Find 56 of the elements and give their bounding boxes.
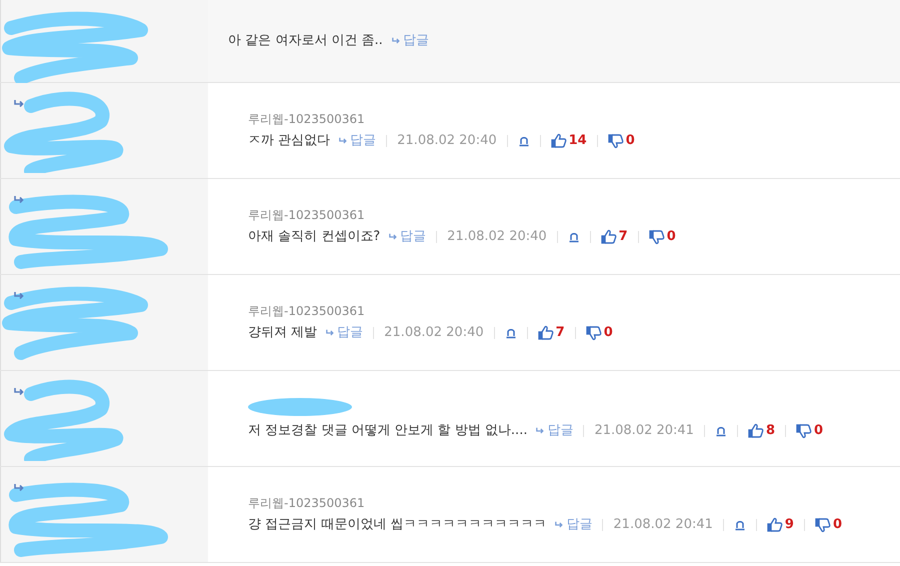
like-button[interactable]: 9 — [766, 514, 794, 534]
dislike-button[interactable]: 0 — [608, 130, 635, 150]
comment-text: 걍 접근금지 때문이었네 씹ㅋㅋㅋㅋㅋㅋㅋㅋㅋㅋㅋ — [248, 516, 546, 534]
comment-time: 21.08.02 20:40 — [397, 132, 497, 150]
bell-icon[interactable] — [568, 230, 580, 242]
reply-arrow-icon — [535, 426, 546, 434]
reply-link[interactable]: 답글 — [338, 130, 376, 150]
thumbs-up-icon — [538, 324, 554, 340]
dislike-button[interactable]: 0 — [814, 514, 842, 534]
author-name[interactable]: 루리웹-1023500361 — [248, 206, 900, 222]
reply-arrow-icon — [13, 99, 25, 109]
comment-time: 21.08.02 20:40 — [447, 228, 547, 246]
bell-icon[interactable] — [734, 518, 746, 530]
like-button[interactable]: 7 — [600, 226, 628, 246]
thumbs-down-icon — [648, 228, 665, 244]
thumbs-down-icon — [814, 516, 831, 532]
bell-icon[interactable] — [714, 424, 727, 436]
comment-text: 아 같은 여자로서 이건 좀.. — [228, 32, 383, 50]
thumbs-up-icon — [766, 516, 783, 532]
comment-text: 저 정보경찰 댓글 어떻게 안보게 할 방법 없나.... — [248, 422, 528, 440]
thumbs-down-icon — [796, 422, 812, 438]
dislike-button[interactable]: 0 — [796, 420, 824, 440]
comment-time: 21.08.02 20:41 — [613, 516, 713, 534]
thumbs-down-icon — [608, 132, 624, 148]
like-button[interactable]: 14 — [550, 130, 587, 150]
comment-text: 아재 솔직히 컨셉이죠? — [248, 228, 380, 246]
bell-icon[interactable] — [518, 134, 530, 146]
dislike-button[interactable]: 0 — [586, 322, 613, 342]
reply-arrow-icon — [325, 328, 336, 336]
reply-arrow-icon — [13, 387, 25, 397]
reply-arrow-icon — [13, 291, 25, 301]
comment-time: 21.08.02 20:40 — [384, 324, 484, 342]
reply-link[interactable]: 답글 — [325, 322, 364, 342]
reply-arrow-icon — [390, 37, 401, 45]
reply-arrow-icon — [13, 483, 25, 493]
comment-time: 21.08.02 20:41 — [594, 422, 694, 440]
thumbs-up-icon — [600, 228, 617, 244]
reply-link[interactable]: 답글 — [535, 420, 574, 440]
reply-arrow-icon — [388, 232, 398, 240]
thumbs-down-icon — [586, 324, 602, 340]
like-button[interactable]: 8 — [748, 420, 776, 440]
author-name[interactable]: 루리웹-1023500361 — [248, 110, 900, 126]
thumbs-up-icon — [550, 132, 567, 148]
thumbs-up-icon — [748, 422, 764, 438]
comment-text: ㅈ까 관심없다 — [248, 132, 330, 150]
reply-link[interactable]: 답글 — [554, 514, 592, 534]
reply-arrow-icon — [554, 520, 564, 528]
author-name[interactable]: 루리웹-1023500361 — [248, 302, 900, 318]
reply-arrow-icon — [13, 195, 25, 205]
reply-arrow-icon — [338, 136, 348, 144]
reply-link[interactable]: 답글 — [388, 226, 426, 246]
author-name[interactable]: 루리웹-1023500361 — [248, 494, 900, 510]
comment-text: 걍뒤져 제발 — [248, 324, 318, 342]
bell-icon[interactable] — [504, 326, 517, 338]
like-button[interactable]: 7 — [538, 322, 565, 342]
dislike-button[interactable]: 0 — [648, 226, 676, 246]
